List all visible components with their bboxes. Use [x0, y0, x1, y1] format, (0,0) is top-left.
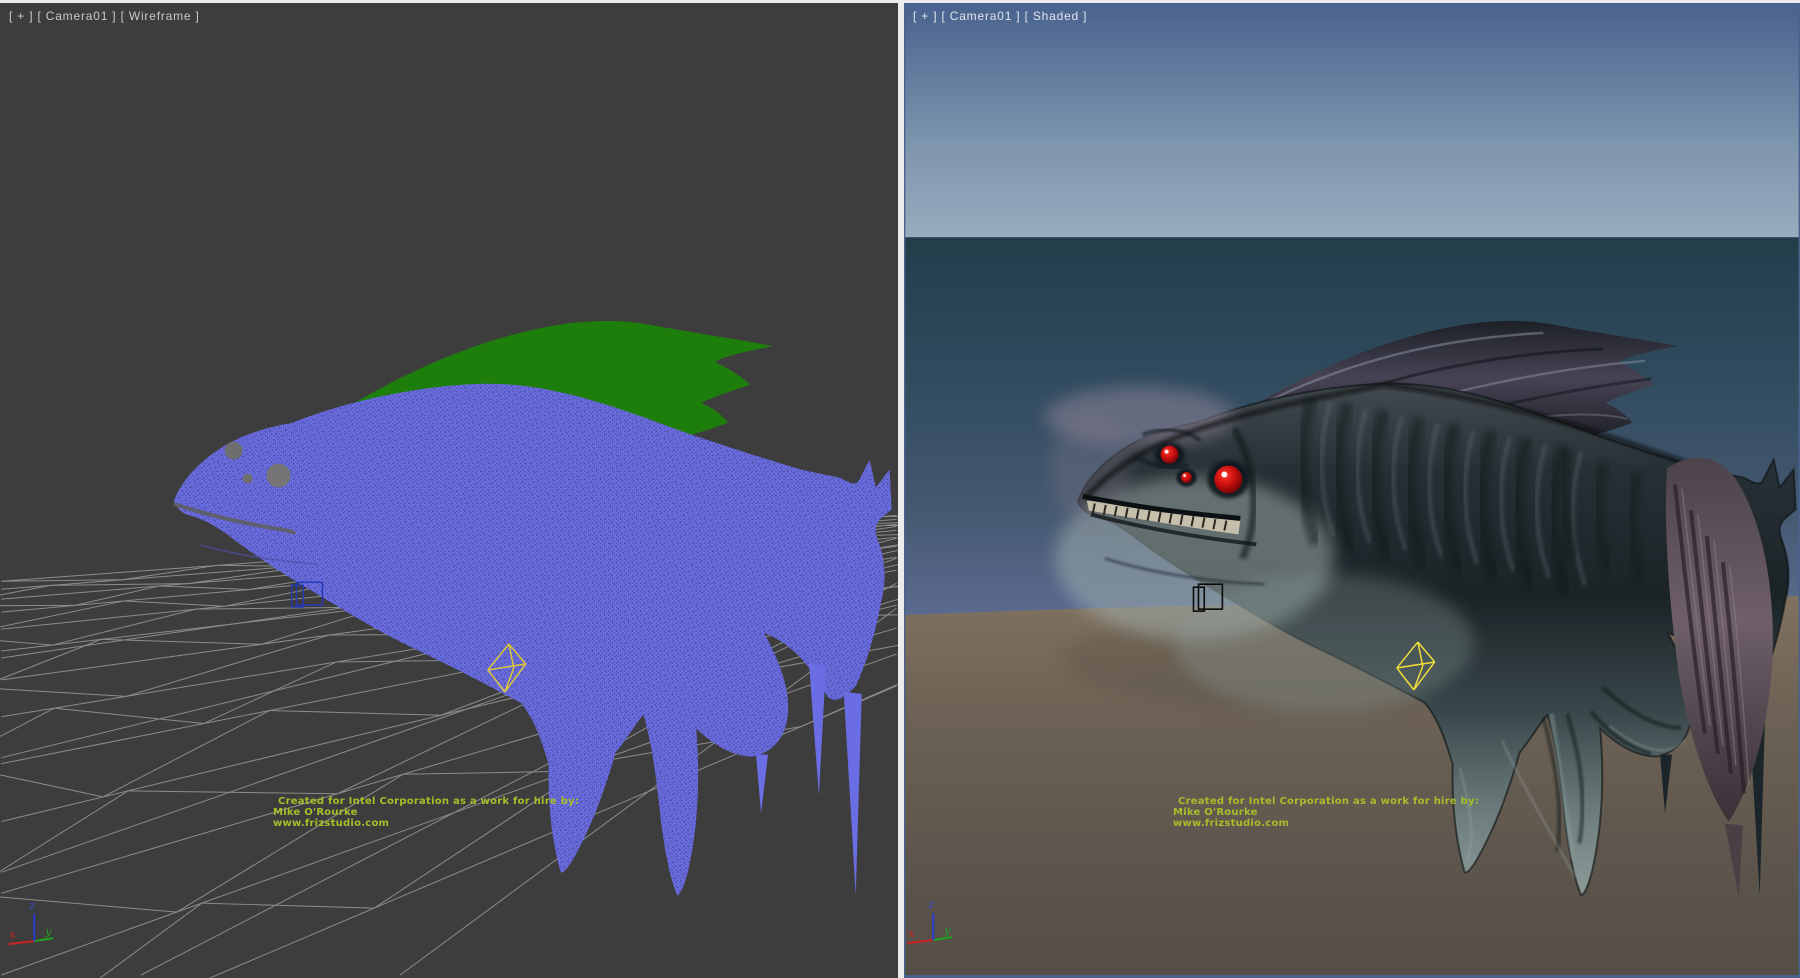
dual-viewport-3d-app: x y z [ + ] [ Camera01 ] [ Wireframe ] C… [0, 0, 1800, 978]
belly-highlight-2 [1175, 573, 1474, 713]
axis-y-label: y [943, 924, 951, 937]
credit-line-3: www.frizstudio.com [273, 818, 579, 829]
viewport-label-shaded[interactable]: [ + ] [ Camera01 ] [ Shaded ] [913, 9, 1087, 23]
viewport-wireframe[interactable]: x y z [ + ] [ Camera01 ] [ Wireframe ] C… [0, 3, 898, 978]
eye-large-red [1214, 466, 1242, 494]
credit-line-2: Mike O'Rourke [273, 807, 579, 818]
axis-x-label: x [9, 928, 16, 941]
credit-line-3: www.frizstudio.com [1173, 818, 1479, 829]
credit-line-1: Created for Intel Corporation as a work … [273, 796, 579, 807]
axis-y-label: y [44, 925, 52, 938]
sky-background [905, 3, 1798, 237]
wireframe-canvas: x y z [0, 3, 898, 978]
axis-z-label: z [927, 898, 934, 911]
viewport-shaded[interactable]: x y z [ + ] [ Camera01 ] [ Shaded ] Crea… [904, 3, 1800, 978]
eye-small-red [1181, 472, 1192, 483]
credit-text: Created for Intel Corporation as a work … [1173, 796, 1479, 829]
axis-z-label: z [28, 899, 35, 912]
credit-text: Created for Intel Corporation as a work … [273, 796, 579, 829]
eye-medium-red [1161, 446, 1179, 464]
viewport-label-wireframe[interactable]: [ + ] [ Camera01 ] [ Wireframe ] [9, 9, 200, 23]
axis-x-label: x [908, 927, 915, 940]
shaded-canvas: x y z [904, 3, 1800, 978]
credit-line-2: Mike O'Rourke [1173, 807, 1479, 818]
credit-line-1: Created for Intel Corporation as a work … [1173, 796, 1479, 807]
